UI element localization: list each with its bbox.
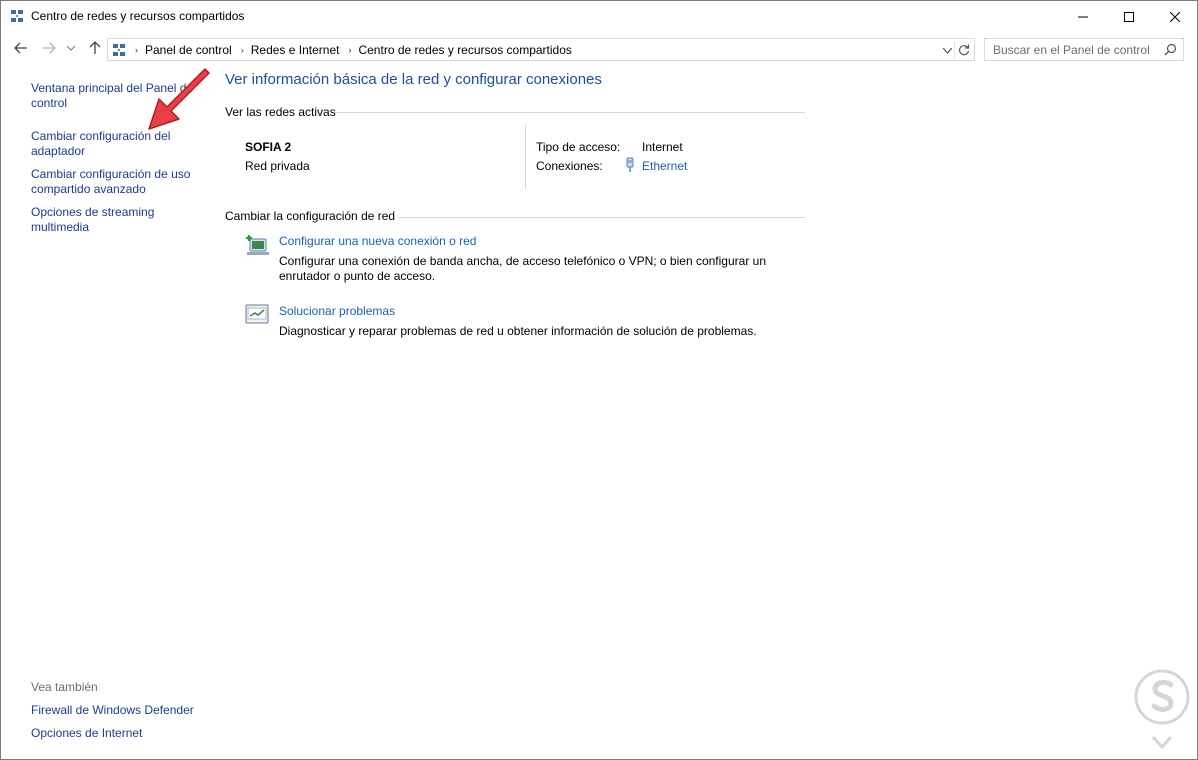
page-title: Ver información básica de la red y confi… — [225, 71, 602, 88]
media-streaming-options-link[interactable]: Opciones de streaming multimedia — [31, 205, 201, 235]
annotation-arrow-icon — [148, 68, 210, 130]
watermark-logo-icon — [1134, 669, 1190, 750]
change-settings-header: Cambiar la configuración de red — [225, 209, 396, 223]
maximize-button[interactable] — [1106, 1, 1152, 32]
address-dropdown-button[interactable] — [942, 43, 953, 57]
network-center-icon — [113, 43, 125, 56]
see-also-label: Vea también — [31, 680, 98, 694]
close-icon — [1170, 11, 1180, 22]
back-button[interactable] — [11, 38, 31, 58]
forward-button[interactable] — [39, 38, 59, 58]
address-bar[interactable]: › Panel de control › Redes e Internet › … — [107, 38, 975, 61]
chevron-down-icon — [67, 45, 75, 51]
ethernet-connection-link[interactable]: Ethernet — [642, 159, 687, 173]
chevron-down-icon — [942, 47, 953, 54]
window: Centro de redes y recursos compartidos ›… — [0, 0, 1198, 760]
search-icon — [1164, 43, 1177, 56]
breadcrumb-separator-icon: › — [135, 44, 138, 55]
up-button[interactable] — [85, 38, 105, 58]
change-advanced-sharing-link[interactable]: Cambiar configuración de uso compartido … — [31, 167, 201, 197]
refresh-button[interactable] — [954, 41, 972, 59]
divider — [399, 217, 805, 218]
search-input[interactable]: Buscar en el Panel de control — [984, 38, 1184, 61]
breadcrumb-separator-icon[interactable]: › — [241, 45, 244, 55]
access-type-label: Tipo de acceso: — [536, 140, 621, 154]
window-title: Centro de redes y recursos compartidos — [31, 9, 245, 23]
minimize-icon — [1078, 16, 1088, 17]
troubleshoot-link[interactable]: Solucionar problemas — [279, 304, 395, 318]
navigation-bar: › Panel de control › Redes e Internet › … — [1, 35, 1197, 63]
recent-locations-button[interactable] — [64, 38, 78, 58]
setup-new-connection-link[interactable]: Configurar una nueva conexión o red — [279, 234, 476, 248]
network-type: Red privada — [245, 159, 310, 173]
divider — [335, 112, 805, 113]
maximize-icon — [1124, 11, 1134, 22]
new-connection-icon — [246, 235, 269, 255]
troubleshoot-icon — [245, 304, 269, 324]
back-arrow-icon — [14, 42, 27, 54]
troubleshoot-description: Diagnosticar y reparar problemas de red … — [279, 324, 757, 338]
search-placeholder: Buscar en el Panel de control — [993, 43, 1150, 57]
minimize-button[interactable] — [1060, 1, 1106, 32]
breadcrumb-centro-de-redes[interactable]: Centro de redes y recursos compartidos — [358, 43, 571, 57]
breadcrumb-separator-icon[interactable]: › — [348, 45, 351, 55]
title-bar: Centro de redes y recursos compartidos — [1, 1, 1197, 32]
active-networks-header: Ver las redes activas — [225, 105, 336, 119]
ethernet-icon — [626, 157, 634, 172]
internet-options-link[interactable]: Opciones de Internet — [31, 726, 142, 740]
connections-label: Conexiones: — [536, 159, 603, 173]
breadcrumb-redes-e-internet[interactable]: Redes e Internet — [251, 43, 340, 57]
up-arrow-icon — [89, 41, 101, 54]
forward-arrow-icon — [43, 42, 56, 54]
close-button[interactable] — [1152, 1, 1198, 32]
access-type-value: Internet — [642, 140, 683, 154]
network-name: SOFIA 2 — [245, 140, 292, 154]
network-center-icon — [11, 10, 23, 22]
divider — [525, 125, 526, 189]
refresh-icon — [958, 44, 969, 56]
breadcrumb-panel-de-control[interactable]: Panel de control — [145, 43, 232, 57]
windows-defender-firewall-link[interactable]: Firewall de Windows Defender — [31, 703, 194, 717]
setup-new-connection-description: Configurar una conexión de banda ancha, … — [279, 254, 766, 283]
